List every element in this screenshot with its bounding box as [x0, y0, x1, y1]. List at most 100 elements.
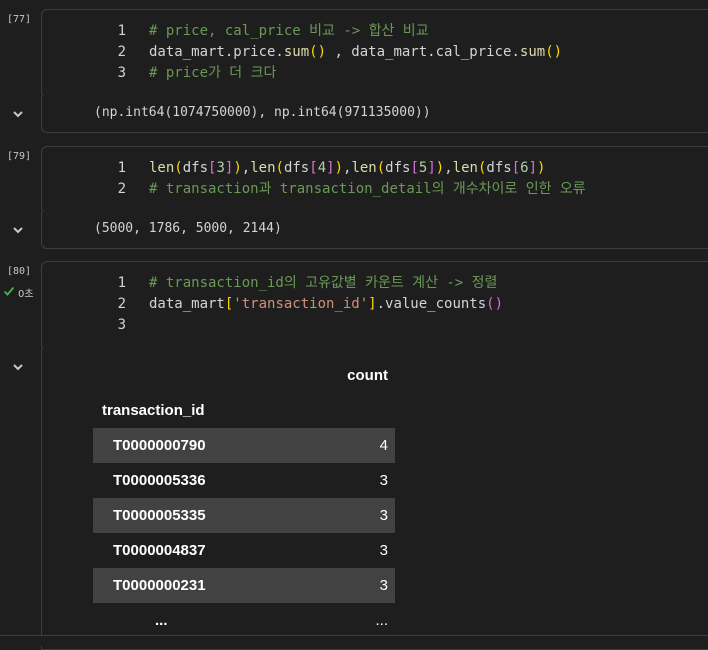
row-value: 3 — [328, 568, 395, 603]
code-token: [ — [309, 160, 318, 176]
code-token: sum — [283, 44, 310, 60]
code-token: , — [241, 160, 251, 176]
table-row: T0000000231 3 — [93, 568, 395, 603]
row-index: T0000005336 — [113, 472, 206, 489]
code-text[interactable]: len(dfs[3]),len(dfs[4]),len(dfs[5]),len(… — [149, 158, 545, 179]
code-text[interactable]: # transaction과 transaction_detail의 개수차이로… — [149, 179, 586, 200]
code-token: data_mart — [149, 296, 225, 312]
code-token: len — [351, 160, 377, 176]
ellipsis-index: ... — [155, 612, 168, 629]
code-editor[interactable]: 1 # price, cal_price 비교 -> 합산 비교 2 data_mar… — [41, 9, 708, 98]
code-line[interactable]: 1 # price, cal_price 비교 -> 합산 비교 — [42, 21, 708, 42]
code-token: dfs — [385, 160, 411, 176]
table-row: T0000004837 3 — [93, 533, 395, 568]
row-index: T0000005335 — [93, 498, 328, 533]
row-value: 3 — [379, 542, 388, 559]
code-token: 4 — [317, 160, 327, 176]
code-token: ] — [528, 160, 537, 176]
code-token: ) — [537, 160, 546, 176]
code-token: len — [149, 160, 175, 176]
code-token: len — [452, 160, 478, 176]
code-token: # price, cal_price 비교 -> 합산 비교 — [149, 23, 429, 39]
row-index: T0000000790 — [93, 428, 328, 463]
table-row: T0000005336 3 — [93, 463, 395, 498]
code-token: () — [486, 296, 504, 312]
execution-count: [77] — [7, 14, 32, 25]
code-token: .value_counts — [376, 296, 487, 312]
code-token: len — [250, 160, 276, 176]
table-row: T0000005335 3 — [93, 498, 395, 533]
code-token: ] — [326, 160, 335, 176]
execution-time: 0초 — [18, 289, 34, 300]
row-value: 4 — [328, 428, 395, 463]
code-editor[interactable]: 1 # transaction_id의 고유값별 카운트 계산 -> 정렬 2 dat… — [41, 261, 708, 351]
row-index: T0000004837 — [113, 542, 206, 559]
check-icon — [3, 285, 15, 300]
code-token: [ — [511, 160, 521, 176]
code-token: sum — [519, 44, 546, 60]
code-text[interactable]: # price가 더 크다 — [149, 63, 276, 84]
code-token: ) — [334, 160, 343, 176]
chevron-down-icon[interactable] — [11, 360, 25, 374]
output-area: (5000, 1786, 5000, 2144) — [13, 212, 708, 249]
bottom-edge — [0, 635, 708, 646]
chevron-down-icon[interactable] — [11, 223, 25, 237]
line-number: 2 — [117, 44, 126, 60]
code-token: 'transaction_id' — [233, 296, 369, 312]
code-text[interactable]: data_mart['transaction_id'].value_counts… — [149, 294, 503, 315]
code-line[interactable]: 3 — [42, 315, 708, 336]
code-token: ( — [275, 160, 284, 176]
code-token: ( — [376, 160, 386, 176]
code-line[interactable]: 2 data_mart.price.sum() , data_mart.cal_p… — [42, 42, 708, 63]
code-token: # transaction_id의 고유값별 카운트 계산 -> 정렬 — [149, 275, 498, 291]
code-editor[interactable]: 1 len(dfs[3]),len(dfs[4]),len(dfs[5]),len… — [41, 146, 708, 214]
line-number: 3 — [117, 317, 126, 333]
code-token: dfs — [283, 160, 310, 176]
chevron-down-icon[interactable] — [11, 107, 25, 121]
code-text[interactable]: # transaction_id의 고유값별 카운트 계산 -> 정렬 — [149, 273, 497, 294]
output-area: (np.int64(1074750000), np.int64(97113500… — [13, 96, 708, 133]
code-token: [ — [410, 160, 419, 176]
code-token: ] — [427, 160, 436, 176]
row-value: 3 — [379, 472, 388, 489]
line-number: 1 — [117, 275, 126, 291]
code-token: # price가 더 크다 — [149, 65, 277, 81]
execution-count: [79] — [7, 151, 32, 162]
line-number: 2 — [117, 181, 126, 197]
code-line[interactable]: 3 # price가 더 크다 — [42, 63, 708, 84]
index-header: transaction_id — [102, 402, 205, 419]
code-token: , — [444, 160, 453, 176]
execution-status: 0초 — [3, 285, 34, 300]
ellipsis-value: ... — [375, 612, 388, 629]
code-token: dfs — [182, 160, 209, 176]
code-token: ) — [435, 160, 445, 176]
line-number: 1 — [117, 160, 126, 176]
code-token: # transaction과 transaction_detail의 개수차이로… — [149, 181, 586, 197]
line-number: 1 — [117, 23, 126, 39]
code-token: , data_mart.cal_price. — [326, 44, 520, 60]
line-number: 2 — [117, 296, 126, 312]
table-row-ellipsis: ... ... — [93, 603, 395, 638]
code-token: dfs — [486, 160, 512, 176]
code-token: () — [309, 44, 327, 60]
output-text: (5000, 1786, 5000, 2144) — [94, 221, 282, 236]
output-text: (np.int64(1074750000), np.int64(97113500… — [94, 105, 431, 120]
table-row: T0000000790 4 — [93, 428, 395, 463]
code-line[interactable]: 2 # transaction과 transaction_detail의 개수차이… — [42, 179, 708, 200]
code-line[interactable]: 1 # transaction_id의 고유값별 카운트 계산 -> 정렬 — [42, 273, 708, 294]
row-value: 3 — [328, 498, 395, 533]
code-token: 6 — [520, 160, 529, 176]
code-line[interactable]: 1 len(dfs[3]),len(dfs[4]),len(dfs[5]),len… — [42, 158, 708, 179]
code-token: 3 — [216, 160, 225, 176]
code-token: ] — [368, 296, 377, 312]
code-text[interactable]: data_mart.price.sum() , data_mart.cal_pr… — [149, 42, 562, 63]
code-text[interactable]: # price, cal_price 비교 -> 합산 비교 — [149, 21, 429, 42]
code-token: data_mart.price. — [149, 44, 284, 60]
code-token: () — [545, 44, 563, 60]
row-index: T0000000231 — [93, 568, 328, 603]
column-header: count — [347, 367, 388, 384]
dataframe-table: count transaction_id T0000000790 4 T0000… — [93, 358, 395, 638]
code-line[interactable]: 2 data_mart['transaction_id'].value_count… — [42, 294, 708, 315]
code-token: ) — [233, 160, 242, 176]
code-token: ( — [174, 160, 183, 176]
